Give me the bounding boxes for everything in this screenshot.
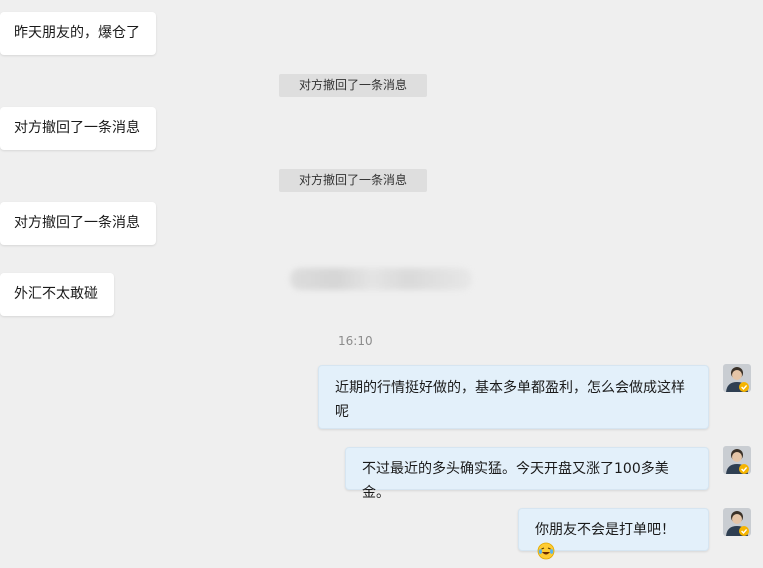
verified-badge-icon (739, 526, 749, 536)
recall-notice-text: 对方撤回了一条消息 (298, 173, 407, 187)
user-avatar-icon (723, 446, 751, 474)
laughing-tears-emoji-icon (537, 542, 555, 568)
message-text: 昨天朋友的，爆仓了 (14, 25, 140, 41)
incoming-message-bubble[interactable]: 对方撤回了一条消息 (0, 107, 156, 150)
verified-badge-icon (739, 464, 749, 474)
avatar[interactable] (723, 508, 751, 536)
blurred-notice (290, 268, 472, 290)
recall-notice: 对方撤回了一条消息 (279, 74, 427, 97)
outgoing-message-bubble[interactable]: 不过最近的多头确实猛。今天开盘又涨了100多美金。 (345, 447, 709, 501)
message-timestamp: 16:10 (338, 334, 373, 348)
user-avatar-icon (723, 364, 751, 392)
avatar[interactable] (723, 446, 751, 474)
outgoing-message-bubble[interactable]: 你朋友不会是打单吧！ (518, 508, 709, 560)
message-text: 你朋友不会是打单吧！ (535, 522, 675, 538)
recall-notice-text: 对方撤回了一条消息 (298, 78, 407, 92)
message-text: 近期的行情挺好做的，基本多单都盈利，怎么会做成这样呢 (335, 380, 685, 420)
message-text: 不过最近的多头确实猛。今天开盘又涨了100多美金。 (362, 461, 669, 501)
message-text: 对方撤回了一条消息 (14, 215, 140, 231)
recall-notice: 对方撤回了一条消息 (279, 169, 427, 192)
verified-badge-icon (739, 382, 749, 392)
incoming-message-bubble[interactable]: 昨天朋友的，爆仓了 (0, 12, 156, 55)
outgoing-message-bubble[interactable]: 近期的行情挺好做的，基本多单都盈利，怎么会做成这样呢 (318, 365, 709, 429)
avatar[interactable] (723, 364, 751, 392)
incoming-message-bubble[interactable]: 外汇不太敢碰 (0, 273, 114, 316)
message-text: 对方撤回了一条消息 (14, 120, 140, 136)
incoming-message-bubble[interactable]: 对方撤回了一条消息 (0, 202, 156, 245)
message-text: 外汇不太敢碰 (14, 286, 98, 302)
user-avatar-icon (723, 508, 751, 536)
